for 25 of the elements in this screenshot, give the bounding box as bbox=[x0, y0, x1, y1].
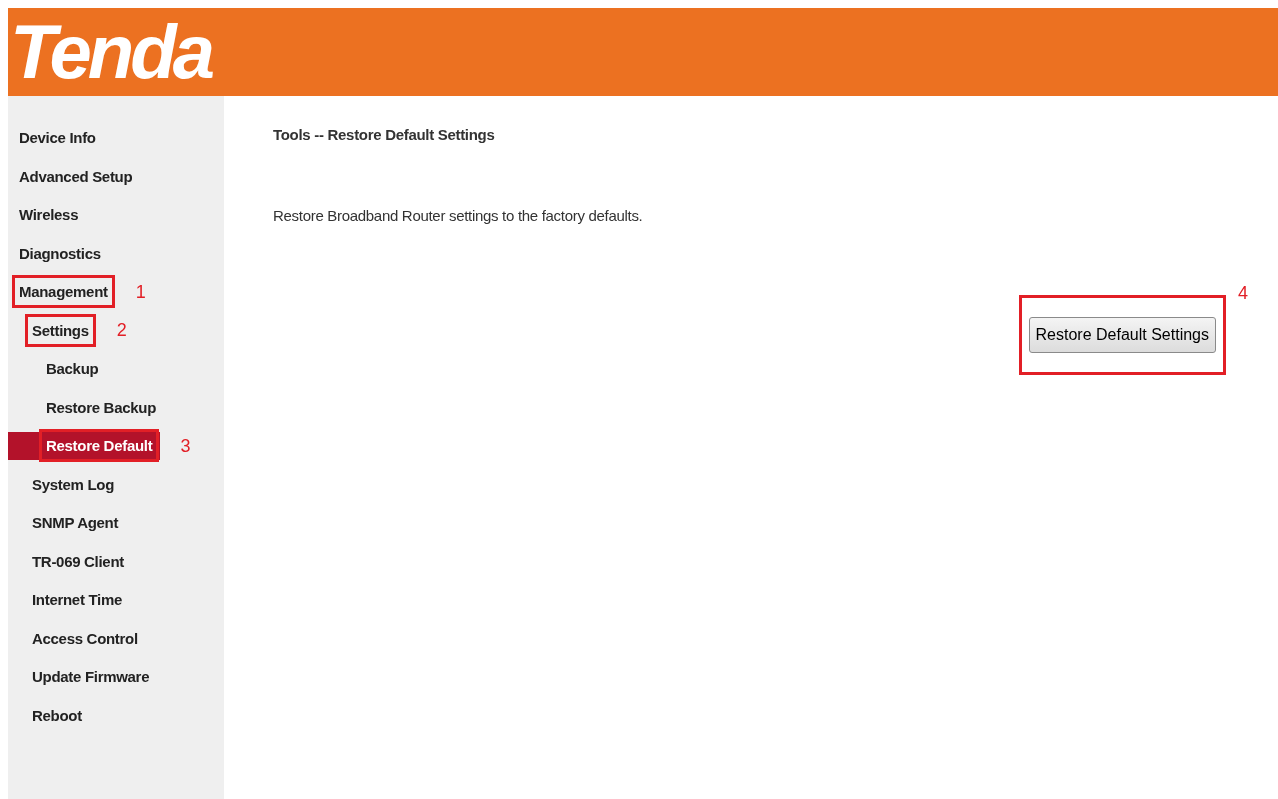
description: Restore Broadband Router settings to the factory defaults. bbox=[273, 205, 644, 226]
sidebar-item[interactable]: SNMP Agent bbox=[8, 509, 127, 538]
callout-box bbox=[25, 313, 96, 347]
sidebar-item[interactable]: Backup bbox=[8, 355, 107, 384]
sidebar-item[interactable]: TR-069 Client bbox=[8, 547, 132, 576]
sidebar-item[interactable]: Diagnostics bbox=[8, 239, 109, 268]
sidebar-item[interactable]: Management bbox=[8, 278, 116, 307]
sidebar-item[interactable]: Wireless bbox=[8, 201, 87, 230]
callout-number: 2 bbox=[116, 319, 127, 343]
sidebar-item[interactable]: Access Control bbox=[8, 624, 146, 653]
sidebar-item[interactable]: Settings bbox=[8, 316, 97, 345]
restore-default-button[interactable]: Restore Default Settings bbox=[1028, 317, 1216, 353]
callout-number: 4 bbox=[1238, 281, 1248, 305]
sidebar-item[interactable]: Reboot bbox=[8, 701, 90, 730]
sidebar-item[interactable]: System Log bbox=[8, 470, 123, 499]
callout-number: 1 bbox=[135, 280, 146, 304]
sidebar-item[interactable]: Device Info bbox=[8, 124, 104, 153]
callout-number: 3 bbox=[180, 434, 191, 458]
sidebar-item[interactable]: Update Firmware bbox=[8, 663, 158, 692]
sidebar-item[interactable]: Restore Default bbox=[8, 432, 161, 461]
logo: Tenda bbox=[10, 14, 211, 90]
sidebar-item[interactable]: Internet Time bbox=[8, 586, 130, 615]
sidebar-item[interactable]: Advanced Setup bbox=[8, 162, 141, 191]
sidebar-item[interactable]: Restore Backup bbox=[8, 393, 164, 422]
page-title: Tools -- Restore Default Settings bbox=[273, 125, 496, 145]
